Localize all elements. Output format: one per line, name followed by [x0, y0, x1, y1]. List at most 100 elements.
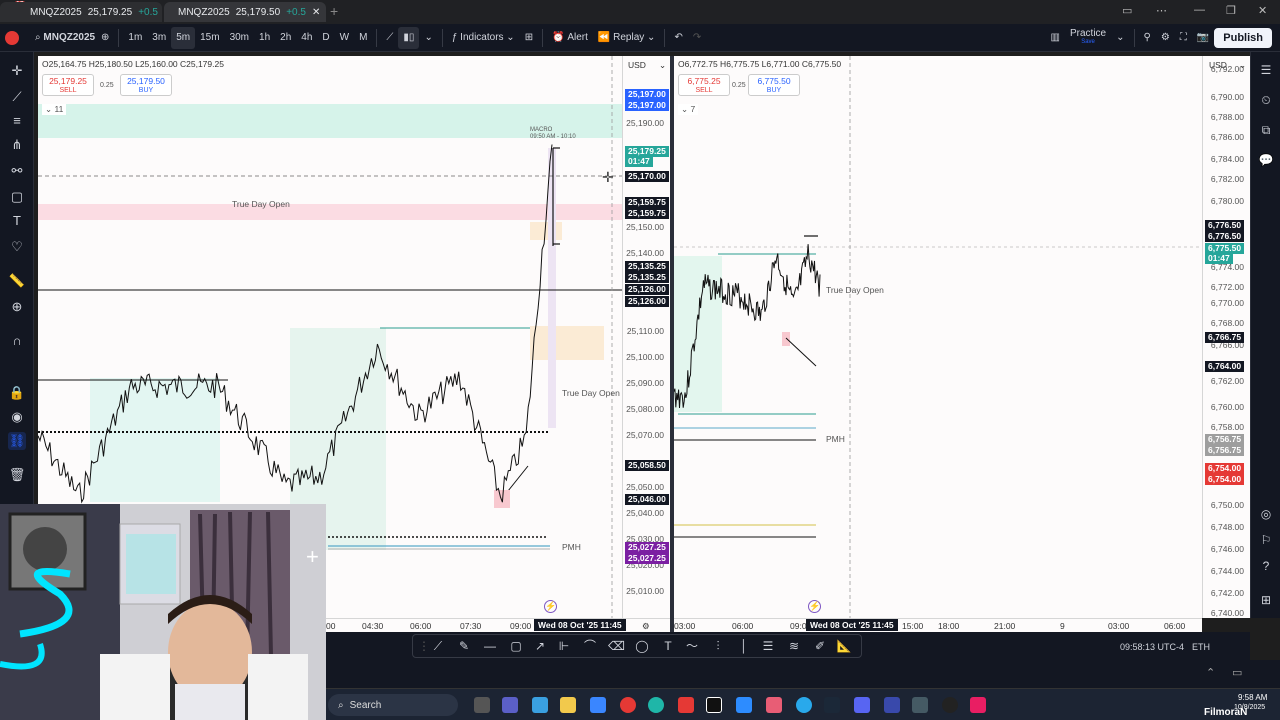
price-axis-right[interactable]: USD ⌄ 6,792.00 6,790.00 6,788.00 6,786.00 6,…	[1202, 56, 1250, 618]
alert-button[interactable]: ⏰ Alert	[547, 27, 593, 49]
collapse-icon[interactable]: ⌃	[1206, 666, 1215, 679]
lock-icon[interactable]: 🔒	[8, 384, 26, 402]
store-icon[interactable]	[590, 697, 606, 713]
indicator-toggle[interactable]: ⌄ 7	[678, 104, 699, 115]
trendline-icon[interactable]: ⟋	[430, 638, 446, 654]
crosshair-icon[interactable]: ✛	[8, 62, 26, 80]
sell-button[interactable]: 6,775.25 SELL	[678, 74, 730, 96]
more-icon[interactable]: ⋯	[1156, 4, 1167, 17]
teams-icon[interactable]	[502, 697, 518, 713]
clock-time[interactable]: 9:58 AM	[1238, 693, 1267, 702]
task-view-icon[interactable]	[474, 697, 490, 713]
text-icon[interactable]: T	[8, 212, 26, 230]
interval-m[interactable]: M	[354, 27, 372, 49]
target-icon[interactable]: ◎	[1258, 506, 1274, 522]
chart-canvas-right[interactable]	[674, 56, 1202, 618]
browser-tab-2[interactable]: MNQZ2025 25,179.50 +0.5 ✕	[164, 2, 326, 22]
rectangle-icon[interactable]: ▢	[8, 188, 26, 206]
interval-1h[interactable]: 1h	[254, 27, 275, 49]
interval-4h[interactable]: 4h	[296, 27, 317, 49]
zoom-icon[interactable]: ⊕	[8, 298, 26, 316]
price-axis-left[interactable]: USD ⌄ 25,190.00 25,150.00 25,140.00 25,110.…	[622, 56, 670, 618]
steam-icon[interactable]	[824, 697, 840, 713]
link-icon[interactable]: ⛓	[8, 432, 26, 450]
replay-button[interactable]: ⏪ Replay ⌄	[593, 27, 661, 49]
time-axis-left[interactable]: 00 04:30 06:00 07:30 09:00 Wed 08 Oct '25 11…	[326, 618, 670, 632]
interval-15m[interactable]: 15m	[195, 27, 224, 49]
ruler-icon[interactable]: 📐	[836, 638, 852, 654]
lightbulb-icon[interactable]: ⚐	[1258, 532, 1274, 548]
chart-pane-right[interactable]: O6,772.75 H6,775.75 L6,771.00 C6,775.50 …	[674, 56, 1202, 618]
chevron-down-icon[interactable]: ⌄	[419, 27, 437, 49]
symbol-search[interactable]: ⌕ MNQZ2025	[30, 27, 96, 49]
ruler-icon[interactable]: 📏	[8, 272, 26, 290]
buy-button[interactable]: 25,179.50 BUY	[120, 74, 172, 96]
fib-icon[interactable]: ≡	[8, 112, 26, 130]
session-label[interactable]: ETH	[1192, 642, 1210, 652]
fib-icon[interactable]: ⊩	[556, 638, 572, 654]
chrome-icon[interactable]	[620, 697, 636, 713]
layers-icon[interactable]: ⧉	[1258, 122, 1274, 138]
wave-icon[interactable]: 〜	[684, 638, 700, 654]
app-icon[interactable]	[766, 697, 782, 713]
curve-icon[interactable]: ⌒	[582, 638, 598, 654]
alerts-clock-icon[interactable]: ⏲	[1258, 92, 1274, 108]
new-tab-button[interactable]: +	[330, 3, 338, 19]
vline-icon[interactable]: │	[736, 638, 752, 654]
lightning-icon[interactable]: ⚡	[544, 600, 557, 613]
lightning-icon[interactable]: ⚡	[808, 600, 821, 613]
lines-icon[interactable]: ≋	[786, 638, 802, 654]
taskbar-search[interactable]: ⌕ Search	[328, 694, 458, 716]
layouts-icon[interactable]: ⊞	[520, 27, 538, 49]
layout-panel-icon[interactable]: ▥	[1046, 27, 1065, 49]
time-axis-right[interactable]: 03:00 06:00 09:00 15:00 18:00 21:00 9 03:00 06:0…	[674, 618, 1202, 632]
user-avatar[interactable]	[0, 27, 30, 49]
channel-icon[interactable]: ☰	[760, 638, 776, 654]
practice-button[interactable]: Practice Save	[1065, 27, 1111, 49]
trendline-icon[interactable]: ⟋	[8, 88, 26, 106]
line-chart-icon[interactable]: ⟋	[381, 27, 398, 49]
chat-icon[interactable]: 💬	[1258, 152, 1274, 168]
text-icon[interactable]: T	[660, 638, 676, 654]
telegram-icon[interactable]	[796, 697, 812, 713]
sliders-icon[interactable]: ⫶	[710, 638, 726, 654]
buy-button[interactable]: 6,775.50 BUY	[748, 74, 800, 96]
pen-icon[interactable]: ✎	[456, 638, 472, 654]
zoom-app-icon[interactable]	[736, 697, 752, 713]
tradingview-icon[interactable]	[706, 697, 722, 713]
app-icon[interactable]	[912, 697, 928, 713]
heart-icon[interactable]: ♡	[8, 238, 26, 256]
settings-icon[interactable]: ⚙	[642, 621, 650, 632]
interval-5m[interactable]: 5m	[171, 26, 196, 49]
brush-icon[interactable]: ✐	[812, 638, 828, 654]
maximize-icon[interactable]: ▭	[1232, 666, 1242, 679]
compare-button[interactable]: ⊕	[96, 27, 114, 49]
currency-label[interactable]: USD	[628, 60, 646, 70]
copilot-icon[interactable]	[532, 697, 548, 713]
settings-gear-icon[interactable]: ⚙	[1156, 27, 1175, 49]
interval-2h[interactable]: 2h	[275, 27, 296, 49]
trash-icon[interactable]: 🗑	[8, 466, 26, 484]
interval-30m[interactable]: 30m	[225, 27, 254, 49]
watchlist-icon[interactable]: ☰	[1258, 62, 1274, 78]
chevron-down-icon[interactable]: ⌄	[1111, 27, 1129, 49]
cast-icon[interactable]: ▭	[1122, 4, 1132, 17]
discord-icon[interactable]	[854, 697, 870, 713]
eraser-icon[interactable]: ⌫	[608, 638, 625, 654]
eye-icon[interactable]: ◉	[8, 408, 26, 426]
sell-button[interactable]: 25,179.25 SELL	[42, 74, 94, 96]
redo-icon[interactable]: ↷	[688, 27, 706, 49]
magnet-icon[interactable]: ∩	[8, 332, 26, 350]
browser-tab-1[interactable]: MNQZ2025 25,179.25 +0.5 ✕	[0, 2, 172, 22]
interval-d[interactable]: D	[317, 27, 334, 49]
undo-icon[interactable]: ↶	[669, 27, 687, 49]
camera-icon[interactable]: 📷	[1192, 27, 1214, 49]
chevron-down-icon[interactable]: ⌄	[659, 60, 666, 71]
long-position-icon[interactable]: ↗	[532, 638, 548, 654]
maximize-icon[interactable]: ❐	[1226, 4, 1236, 17]
rectangle-icon[interactable]: ▢	[508, 638, 524, 654]
close-window-icon[interactable]: ✕	[1258, 4, 1267, 17]
edge-icon[interactable]	[648, 697, 664, 713]
pitchfork-icon[interactable]: ⋔	[8, 136, 26, 154]
obs-icon[interactable]	[942, 697, 958, 713]
